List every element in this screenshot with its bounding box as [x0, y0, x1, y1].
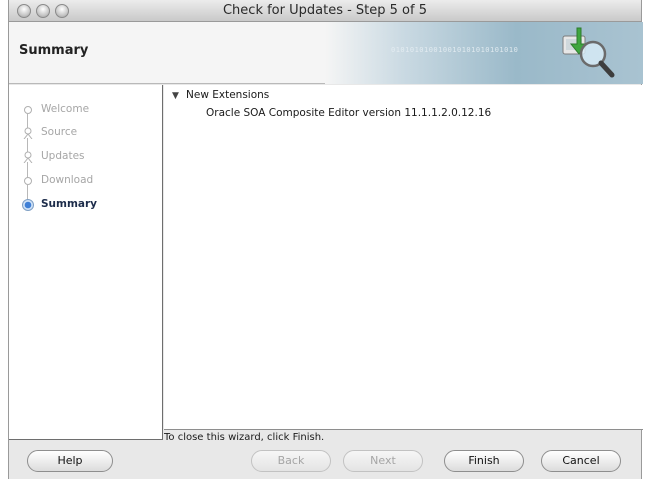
tree-item-extension[interactable]: Oracle SOA Composite Editor version 11.1… [206, 107, 491, 119]
binary-decoration: 010101010010010101010101010 [391, 46, 519, 54]
collapse-triangle-icon[interactable]: ▼ [172, 91, 179, 101]
page-title: Summary [19, 43, 89, 58]
finish-button[interactable]: Finish [444, 450, 524, 472]
summary-tree: ▼ New Extensions Oracle SOA Composite Ed… [164, 85, 643, 430]
wizard-header: Summary 010101010010010101010101010 [9, 22, 643, 84]
update-wizard-window: Check for Updates - Step 5 of 5 Summary … [8, 0, 643, 479]
step-label: Download [41, 174, 94, 186]
finish-hint: To close this wizard, click Finish. [164, 432, 325, 443]
header-banner: 010101010010010101010101010 [325, 22, 643, 84]
step-summary[interactable]: Summary [9, 197, 163, 213]
tree-node-new-extensions[interactable]: New Extensions [186, 89, 269, 101]
step-done-icon [24, 106, 32, 114]
step-source[interactable]: Source [9, 125, 163, 141]
step-label: Welcome [41, 103, 90, 115]
wizard-step-list: Welcome Source Updates Download Summary [9, 85, 163, 440]
title-bar[interactable]: Check for Updates - Step 5 of 5 [9, 0, 641, 22]
step-label: Updates [41, 150, 85, 162]
step-branch-icon [23, 151, 33, 163]
step-download[interactable]: Download [9, 173, 163, 189]
window-title: Check for Updates - Step 5 of 5 [222, 3, 427, 18]
step-label: Summary [41, 198, 98, 210]
back-button[interactable]: Back [251, 450, 331, 472]
update-magnifier-icon [562, 27, 615, 78]
step-updates[interactable]: Updates [9, 149, 163, 165]
step-current-icon [22, 199, 34, 211]
step-done-icon [24, 177, 32, 185]
help-button[interactable]: Help [27, 450, 113, 472]
next-button[interactable]: Next [343, 450, 423, 472]
step-branch-icon [23, 127, 33, 139]
step-label: Source [41, 126, 78, 138]
step-welcome[interactable]: Welcome [9, 102, 163, 118]
cancel-button[interactable]: Cancel [541, 450, 621, 472]
